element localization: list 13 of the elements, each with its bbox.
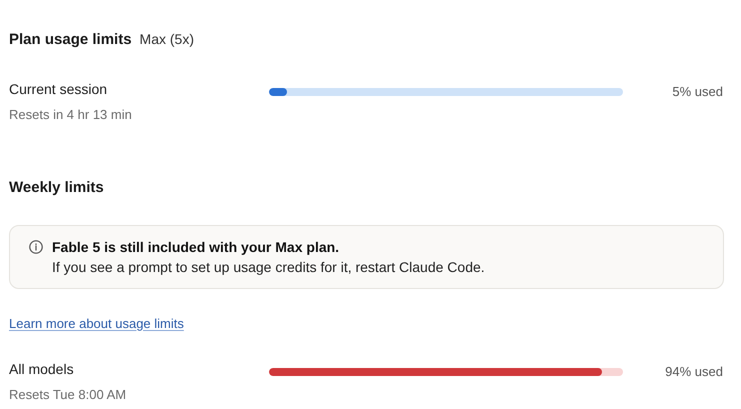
notice-heading: Fable 5 is still included with your Max plan. — [52, 238, 340, 256]
meter-label: Current session — [9, 80, 108, 98]
usage-reading: 5% used — [672, 82, 723, 100]
usage-reading: 94% used — [665, 362, 723, 380]
notice-text: If you see a prompt to set up usage credits for it, restart Claude Code. — [52, 258, 485, 276]
reset-time: Resets in 4 hr 13 min — [9, 106, 133, 124]
learn-more-link[interactable]: Learn more about usage limits — [9, 316, 184, 330]
info-icon — [29, 240, 43, 254]
section-title: Weekly limits — [9, 178, 104, 196]
section-title: Plan usage limits — [9, 30, 132, 50]
reset-time: Resets Tue 8:00 AM — [9, 386, 128, 404]
meter-label: All models — [9, 360, 75, 378]
plan-name: Max (5x) — [140, 30, 194, 49]
